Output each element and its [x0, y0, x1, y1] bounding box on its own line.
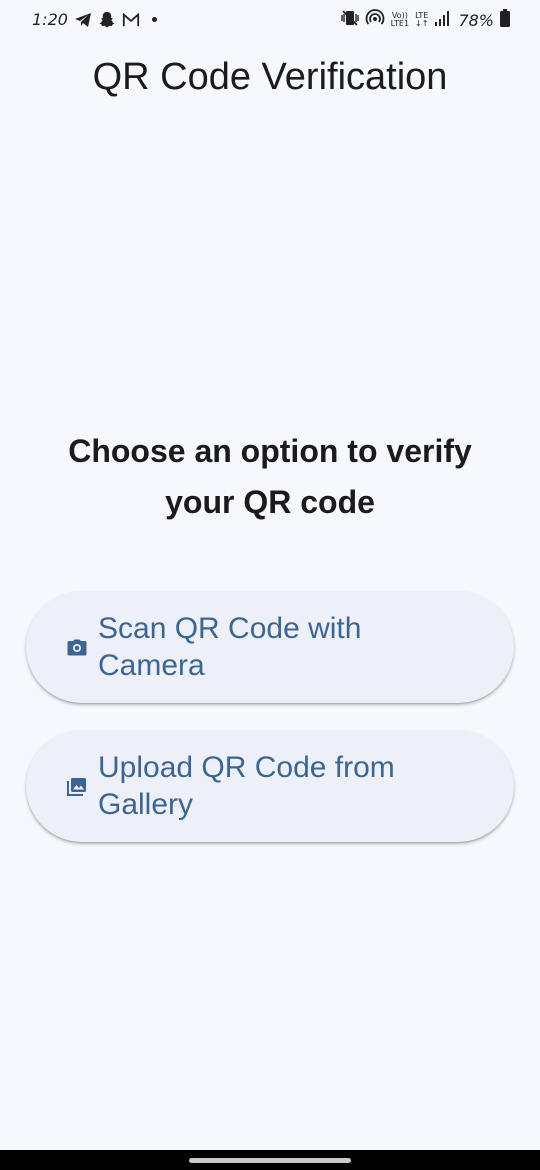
data-arrows: ↓↑: [415, 19, 429, 28]
snapchat-icon: [98, 11, 116, 29]
lte-indicator: LTE ↓↑: [415, 12, 428, 28]
signal-icon: [434, 10, 452, 30]
notification-dot: [151, 17, 157, 22]
lte1-label: LTE1: [390, 19, 410, 28]
status-time: 1:20: [32, 10, 68, 29]
telegram-icon: [74, 11, 92, 29]
instruction-text: Choose an option to verify your QR code: [68, 433, 472, 520]
vibrate-mute-icon: [340, 9, 359, 31]
status-right: Vo)) LTE1 LTE ↓↑ 78%: [340, 9, 510, 31]
status-left: 1:20: [32, 10, 157, 29]
volte-indicator: Vo)) LTE1: [391, 12, 409, 28]
home-gesture-handle[interactable]: [189, 1158, 351, 1163]
upload-qr-gallery-button[interactable]: Upload QR Code from Gallery: [26, 730, 514, 842]
battery-percent: 78%: [458, 10, 494, 30]
hotspot-icon: [365, 9, 385, 31]
page-title: QR Code Verification: [92, 56, 448, 98]
scan-button-label: Scan QR Code with Camera: [98, 612, 362, 682]
upload-button-label: Upload QR Code from Gallery: [98, 751, 395, 821]
status-bar: 1:20 Vo)) LTE1 LTE ↓↑ 78%: [0, 0, 540, 40]
camera-icon: [66, 636, 88, 658]
gmail-icon: [122, 11, 140, 29]
scan-qr-camera-button[interactable]: Scan QR Code with Camera: [26, 591, 514, 703]
gallery-icon: [66, 775, 88, 797]
navigation-bar: [0, 1150, 540, 1170]
battery-icon: [500, 9, 510, 31]
